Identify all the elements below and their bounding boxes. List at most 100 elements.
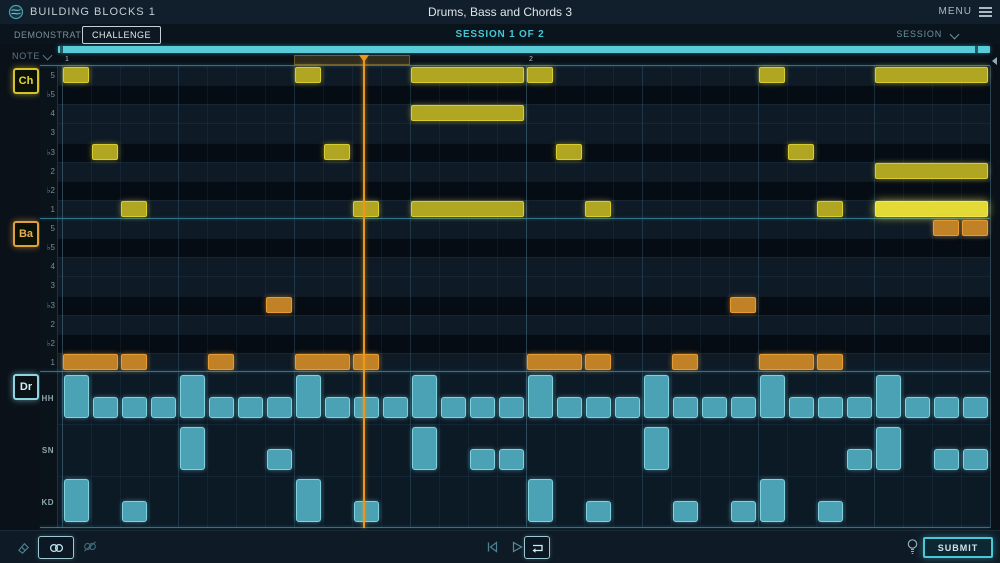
drum-note[interactable] xyxy=(731,397,756,418)
chord-note[interactable] xyxy=(556,144,582,160)
drum-note[interactable] xyxy=(499,449,524,470)
chord-note[interactable] xyxy=(788,144,814,160)
drum-note[interactable] xyxy=(180,427,205,470)
drum-note[interactable] xyxy=(557,397,582,418)
drum-note[interactable] xyxy=(847,397,872,418)
drum-note[interactable] xyxy=(209,397,234,418)
eraser-icon[interactable] xyxy=(16,540,31,555)
bass-note[interactable] xyxy=(63,354,118,370)
drum-note[interactable] xyxy=(64,479,89,522)
chord-note[interactable] xyxy=(63,67,89,83)
drum-note[interactable] xyxy=(412,375,437,418)
pitch-row-bg[interactable] xyxy=(58,219,990,238)
chord-note[interactable] xyxy=(875,201,988,217)
bass-note[interactable] xyxy=(672,354,698,370)
bass-note[interactable] xyxy=(759,354,814,370)
drum-note[interactable] xyxy=(760,479,785,522)
bass-note[interactable] xyxy=(121,354,147,370)
drum-note[interactable] xyxy=(905,397,930,418)
chord-note[interactable] xyxy=(411,201,524,217)
pitch-row-bg[interactable] xyxy=(58,143,990,162)
drum-note[interactable] xyxy=(64,375,89,418)
chord-note[interactable] xyxy=(353,201,379,217)
pitch-row-bg[interactable] xyxy=(58,123,990,142)
drum-note[interactable] xyxy=(876,427,901,470)
drum-note[interactable] xyxy=(818,397,843,418)
drum-note[interactable] xyxy=(702,397,727,418)
bass-note[interactable] xyxy=(933,220,959,236)
drum-note[interactable] xyxy=(934,397,959,418)
drum-note[interactable] xyxy=(296,375,321,418)
drum-note[interactable] xyxy=(470,397,495,418)
drum-note[interactable] xyxy=(296,479,321,522)
drum-note[interactable] xyxy=(644,375,669,418)
link-tool-button[interactable] xyxy=(38,536,74,559)
pitch-row-bg[interactable] xyxy=(58,276,990,295)
chord-note[interactable] xyxy=(121,201,147,217)
drum-note[interactable] xyxy=(122,397,147,418)
skip-to-start-icon[interactable] xyxy=(486,541,499,553)
pitch-row-bg[interactable] xyxy=(58,162,990,181)
drum-note[interactable] xyxy=(586,501,611,522)
drum-note[interactable] xyxy=(325,397,350,418)
pitch-row-bg[interactable] xyxy=(58,257,990,276)
note-grid[interactable]: 5♭543♭32♭215♭543♭32♭21HHSNKD12 xyxy=(0,0,1000,563)
bass-note[interactable] xyxy=(730,297,756,313)
drum-note[interactable] xyxy=(673,397,698,418)
drum-note[interactable] xyxy=(528,375,553,418)
pitch-row-bg[interactable] xyxy=(58,181,990,200)
chord-note[interactable] xyxy=(411,67,524,83)
chord-note[interactable] xyxy=(875,67,988,83)
drum-note[interactable] xyxy=(151,397,176,418)
playhead-marker-icon[interactable] xyxy=(359,55,369,62)
pitch-row-bg[interactable] xyxy=(58,334,990,353)
chord-note[interactable] xyxy=(295,67,321,83)
chord-note[interactable] xyxy=(411,105,524,121)
drum-note[interactable] xyxy=(963,449,988,470)
play-icon[interactable] xyxy=(512,541,523,553)
bass-note[interactable] xyxy=(585,354,611,370)
drum-note[interactable] xyxy=(673,501,698,522)
drum-note[interactable] xyxy=(760,375,785,418)
drum-note[interactable] xyxy=(499,397,524,418)
drum-note[interactable] xyxy=(470,449,495,470)
drum-note[interactable] xyxy=(963,397,988,418)
loop-region[interactable] xyxy=(294,55,410,65)
submit-button[interactable]: SUBMIT xyxy=(923,537,993,558)
pitch-row-bg[interactable] xyxy=(58,353,990,372)
pitch-row-bg[interactable] xyxy=(58,104,990,123)
chord-note[interactable] xyxy=(875,163,988,179)
drum-note[interactable] xyxy=(238,397,263,418)
chord-note[interactable] xyxy=(527,67,553,83)
pitch-row-bg[interactable] xyxy=(58,66,990,85)
pitch-row-bg[interactable] xyxy=(58,200,990,219)
bass-note[interactable] xyxy=(208,354,234,370)
drum-note[interactable] xyxy=(934,449,959,470)
pitch-row-bg[interactable] xyxy=(58,315,990,334)
drum-note[interactable] xyxy=(354,397,379,418)
bass-note[interactable] xyxy=(266,297,292,313)
drum-note[interactable] xyxy=(615,397,640,418)
bass-note[interactable] xyxy=(962,220,988,236)
bass-note[interactable] xyxy=(817,354,843,370)
pitch-row-bg[interactable] xyxy=(58,238,990,257)
drum-note[interactable] xyxy=(180,375,205,418)
loop-button[interactable] xyxy=(524,536,550,559)
bass-note[interactable] xyxy=(295,354,350,370)
drum-note[interactable] xyxy=(412,427,437,470)
unlink-icon[interactable] xyxy=(82,540,98,553)
pitch-row-bg[interactable] xyxy=(58,296,990,315)
drum-note[interactable] xyxy=(93,397,118,418)
drum-note[interactable] xyxy=(644,427,669,470)
bass-note[interactable] xyxy=(527,354,582,370)
drum-note[interactable] xyxy=(383,397,408,418)
chord-note[interactable] xyxy=(92,144,118,160)
pitch-row-bg[interactable] xyxy=(58,85,990,104)
drum-note[interactable] xyxy=(354,501,379,522)
drum-note[interactable] xyxy=(586,397,611,418)
drum-note[interactable] xyxy=(122,501,147,522)
drum-note[interactable] xyxy=(267,449,292,470)
lightbulb-icon[interactable] xyxy=(906,538,919,555)
drum-note[interactable] xyxy=(528,479,553,522)
bass-note[interactable] xyxy=(353,354,379,370)
